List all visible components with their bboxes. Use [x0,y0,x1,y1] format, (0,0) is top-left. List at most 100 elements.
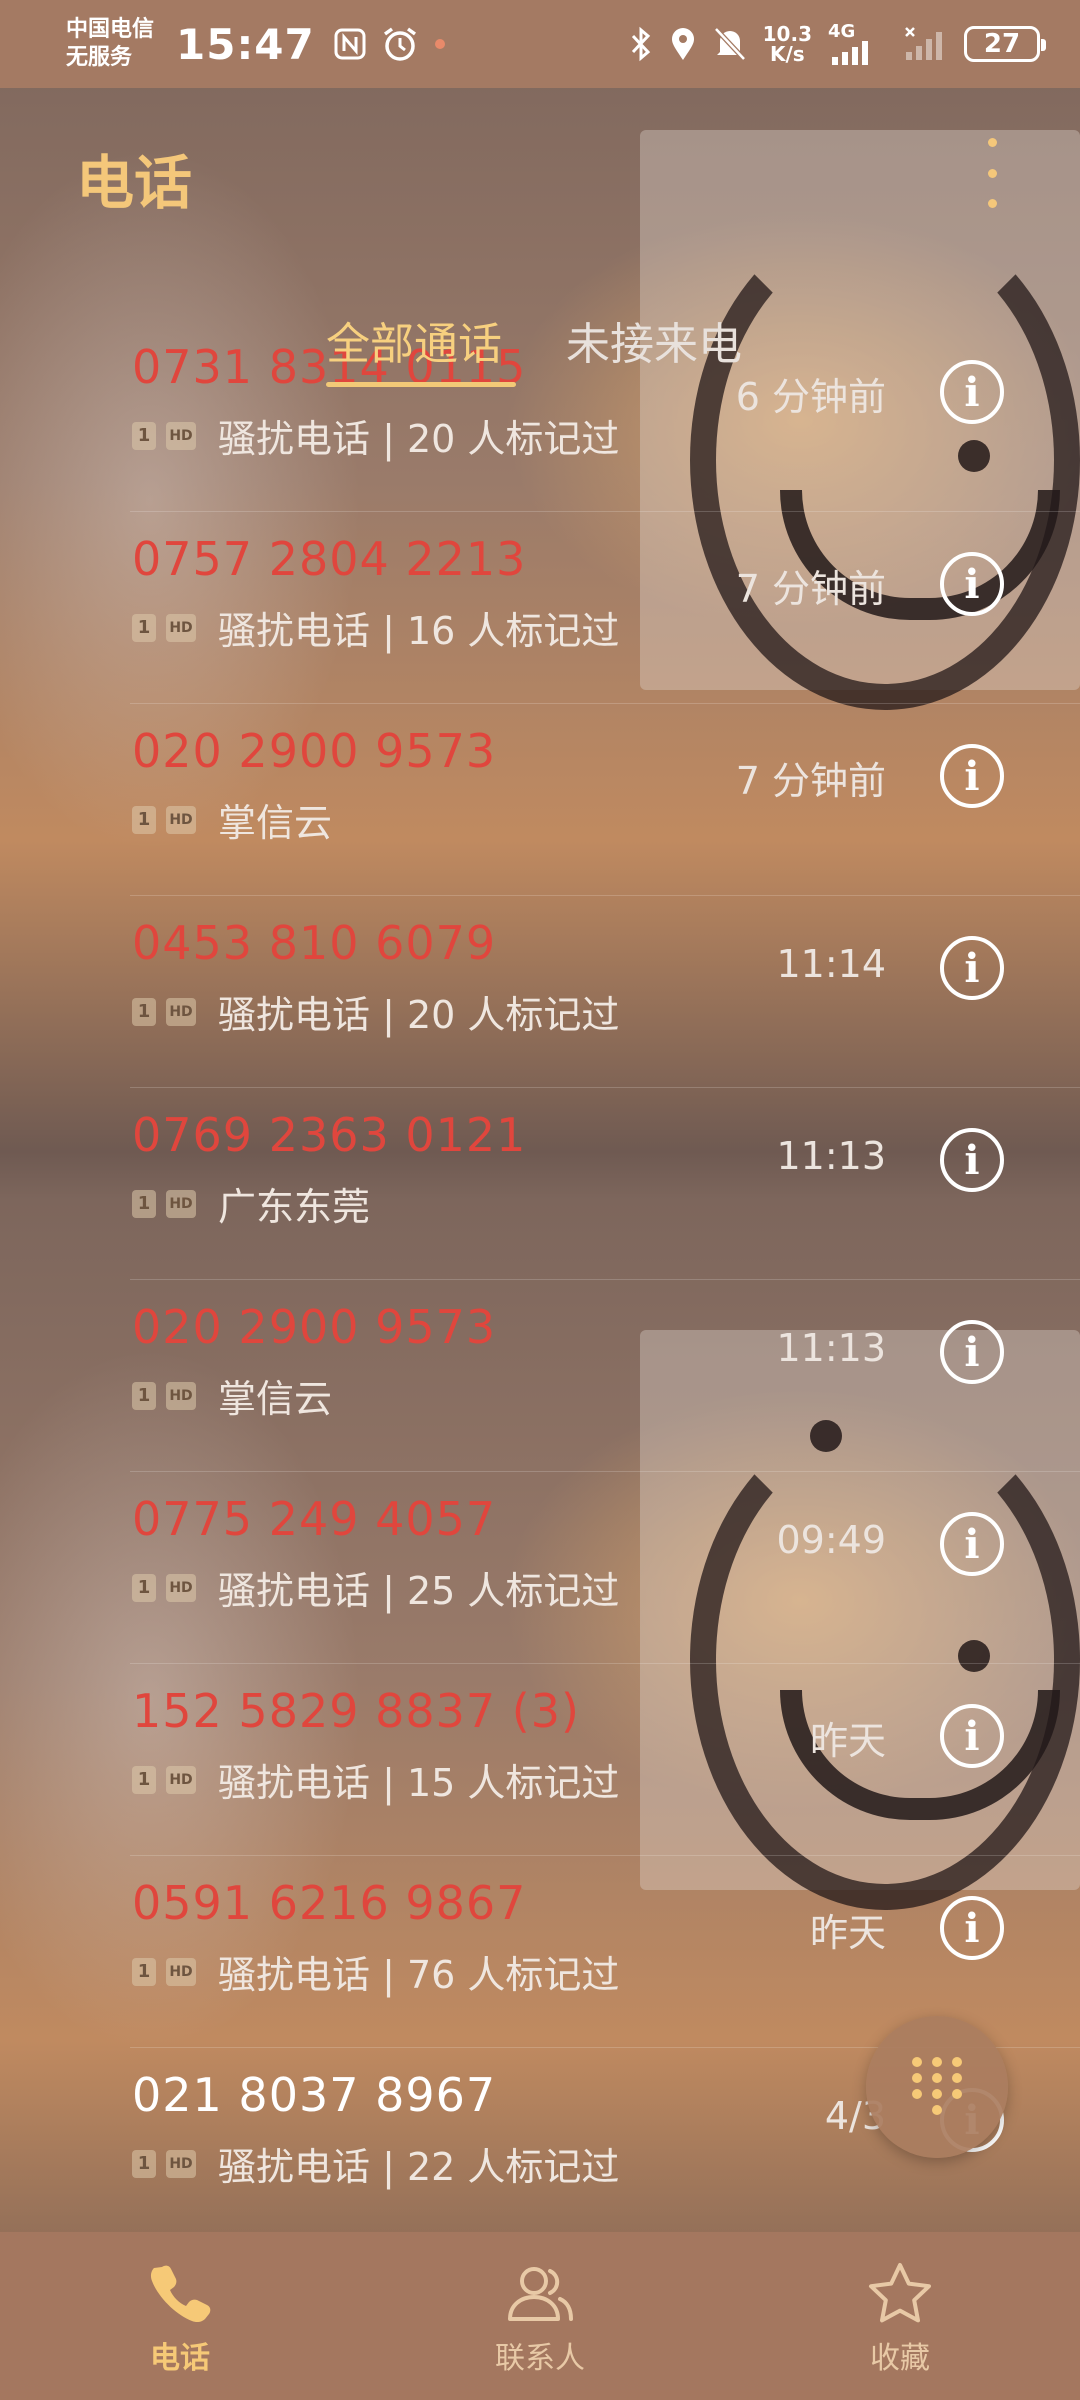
call-time: 09:49 [776,1518,886,1562]
sim-badge: 1 [132,805,156,834]
call-number: 020 2900 9573 [132,724,497,778]
signal-icon: 4G [828,23,888,65]
nav-contacts[interactable]: 联系人 [360,2232,720,2400]
call-info-button[interactable]: i [940,1704,1004,1768]
call-time: 11:13 [776,1134,886,1178]
bottom-navigation: 电话 联系人 收藏 [0,2232,1080,2400]
hd-badge: HD [166,1189,196,1218]
call-log-item[interactable]: 020 2900 9573 1 HD 掌信云 11:13 i [0,1280,1080,1472]
nav-phone[interactable]: 电话 [0,2232,360,2400]
mute-icon [713,26,747,62]
hd-badge: HD [166,1765,196,1794]
signal-label: 4G [828,21,856,42]
status-time: 15:47 [176,19,315,69]
call-log-item[interactable]: 152 5829 8837 (3) 1 HD 骚扰电话 | 15 人标记过 昨天 i [0,1664,1080,1856]
call-info-button[interactable]: i [940,1512,1004,1576]
carrier-info: 中国电信 无服务 [66,16,154,72]
call-number: 021 8037 8967 [132,2068,497,2122]
call-label: 骚扰电话 | 20 人标记过 [218,417,620,461]
sim-badge: 1 [132,1765,156,1794]
notification-dot-icon [433,37,447,51]
call-time: 昨天 [809,1719,886,1763]
call-log-item[interactable]: 0453 810 6079 1 HD 骚扰电话 | 20 人标记过 11:14 i [0,896,1080,1088]
sim-badge: 1 [132,1957,156,1986]
info-icon: i [964,752,980,800]
active-tab-indicator [326,382,516,387]
call-info-button[interactable]: i [940,1128,1004,1192]
contacts-icon [508,2267,573,2321]
net-speed: 10.3 K/s [763,24,812,64]
hd-badge: HD [166,421,196,450]
call-log-item[interactable]: 0775 249 4057 1 HD 骚扰电话 | 25 人标记过 09:49 i [0,1472,1080,1664]
call-info-button[interactable]: i [940,1320,1004,1384]
bluetooth-icon [629,26,653,62]
more-options-button[interactable] [974,138,1010,208]
carrier-service: 无服务 [66,45,133,70]
hd-badge: HD [166,1573,196,1602]
sim-badge: 1 [132,1573,156,1602]
sim-badge: 1 [132,421,156,450]
call-label: 掌信云 [218,801,333,845]
call-number: 0757 2804 2213 [132,532,527,586]
info-icon: i [964,1712,980,1760]
call-number: 0591 6216 9867 [132,1876,527,1930]
more-dot [987,168,997,178]
call-number: 020 2900 9573 [132,1300,497,1354]
call-label: 掌信云 [218,1377,333,1421]
location-icon [669,26,697,62]
dialpad-button[interactable] [866,2016,1008,2158]
hd-badge: HD [166,805,196,834]
call-info-button[interactable]: i [940,936,1004,1000]
battery-level: 27 [983,29,1021,59]
more-vertical-icon [987,138,997,147]
info-icon: i [964,1520,980,1568]
nav-favorites[interactable]: 收藏 [720,2232,1080,2400]
sim-badge: 1 [132,1381,156,1410]
call-log-item[interactable]: 0757 2804 2213 1 HD 骚扰电话 | 16 人标记过 7 分钟前 i [0,512,1080,704]
sim-badge: 1 [132,613,156,642]
net-speed-value: 10.3 [762,22,812,46]
tab-missed-calls[interactable]: 未接来电 [566,308,742,372]
more-dot [987,199,997,208]
dialpad-icon [912,2057,962,2115]
signal-empty-icon [904,26,948,62]
call-label: 广东东莞 [218,1185,371,1229]
nav-label-phone: 电话 [150,2341,210,2376]
call-info-button[interactable]: i [940,552,1004,616]
info-icon: i [964,944,980,992]
tab-all-calls[interactable]: 全部通话 [326,308,502,372]
call-number: 152 5829 8837 (3) [132,1684,580,1738]
call-filter-tabs: 全部通话 未接来电 [0,308,1080,388]
hd-badge: HD [166,997,196,1026]
carrier-name: 中国电信 [66,17,155,42]
info-icon: i [964,1328,980,1376]
call-time: 7 分钟前 [735,759,886,803]
call-time: 7 分钟前 [735,567,886,611]
call-time: 11:13 [776,1326,886,1370]
call-info-button[interactable]: i [940,744,1004,808]
call-info-button[interactable]: i [940,1896,1004,1960]
status-bar: 中国电信 无服务 15:47 10.3 K/s 4G 27 [0,0,1080,88]
battery-icon: 27 [964,26,1046,62]
page-title: 电话 [76,149,193,217]
call-label: 骚扰电话 | 76 人标记过 [218,1953,620,1997]
call-number: 0769 2363 0121 [132,1108,527,1162]
info-icon: i [964,1136,980,1184]
call-number: 0775 249 4057 [132,1492,497,1546]
call-label: 骚扰电话 | 20 人标记过 [218,993,620,1037]
info-icon: i [964,1904,980,1952]
call-label: 骚扰电话 | 22 人标记过 [218,2145,620,2189]
star-icon [869,2263,931,2323]
sim-badge: 1 [132,1189,156,1218]
call-log-item[interactable]: 0769 2363 0121 1 HD 广东东莞 11:13 i [0,1088,1080,1280]
hd-badge: HD [166,1957,196,1986]
nav-label-favorites: 收藏 [870,2341,930,2376]
call-time: 昨天 [809,1911,886,1955]
hd-badge: HD [166,1381,196,1410]
info-icon: i [964,560,980,608]
nfc-icon [333,27,367,61]
nav-label-contacts: 联系人 [495,2341,585,2376]
call-log-item[interactable]: 020 2900 9573 1 HD 掌信云 7 分钟前 i [0,704,1080,896]
hd-badge: HD [166,2149,196,2178]
alarm-icon [381,25,419,63]
